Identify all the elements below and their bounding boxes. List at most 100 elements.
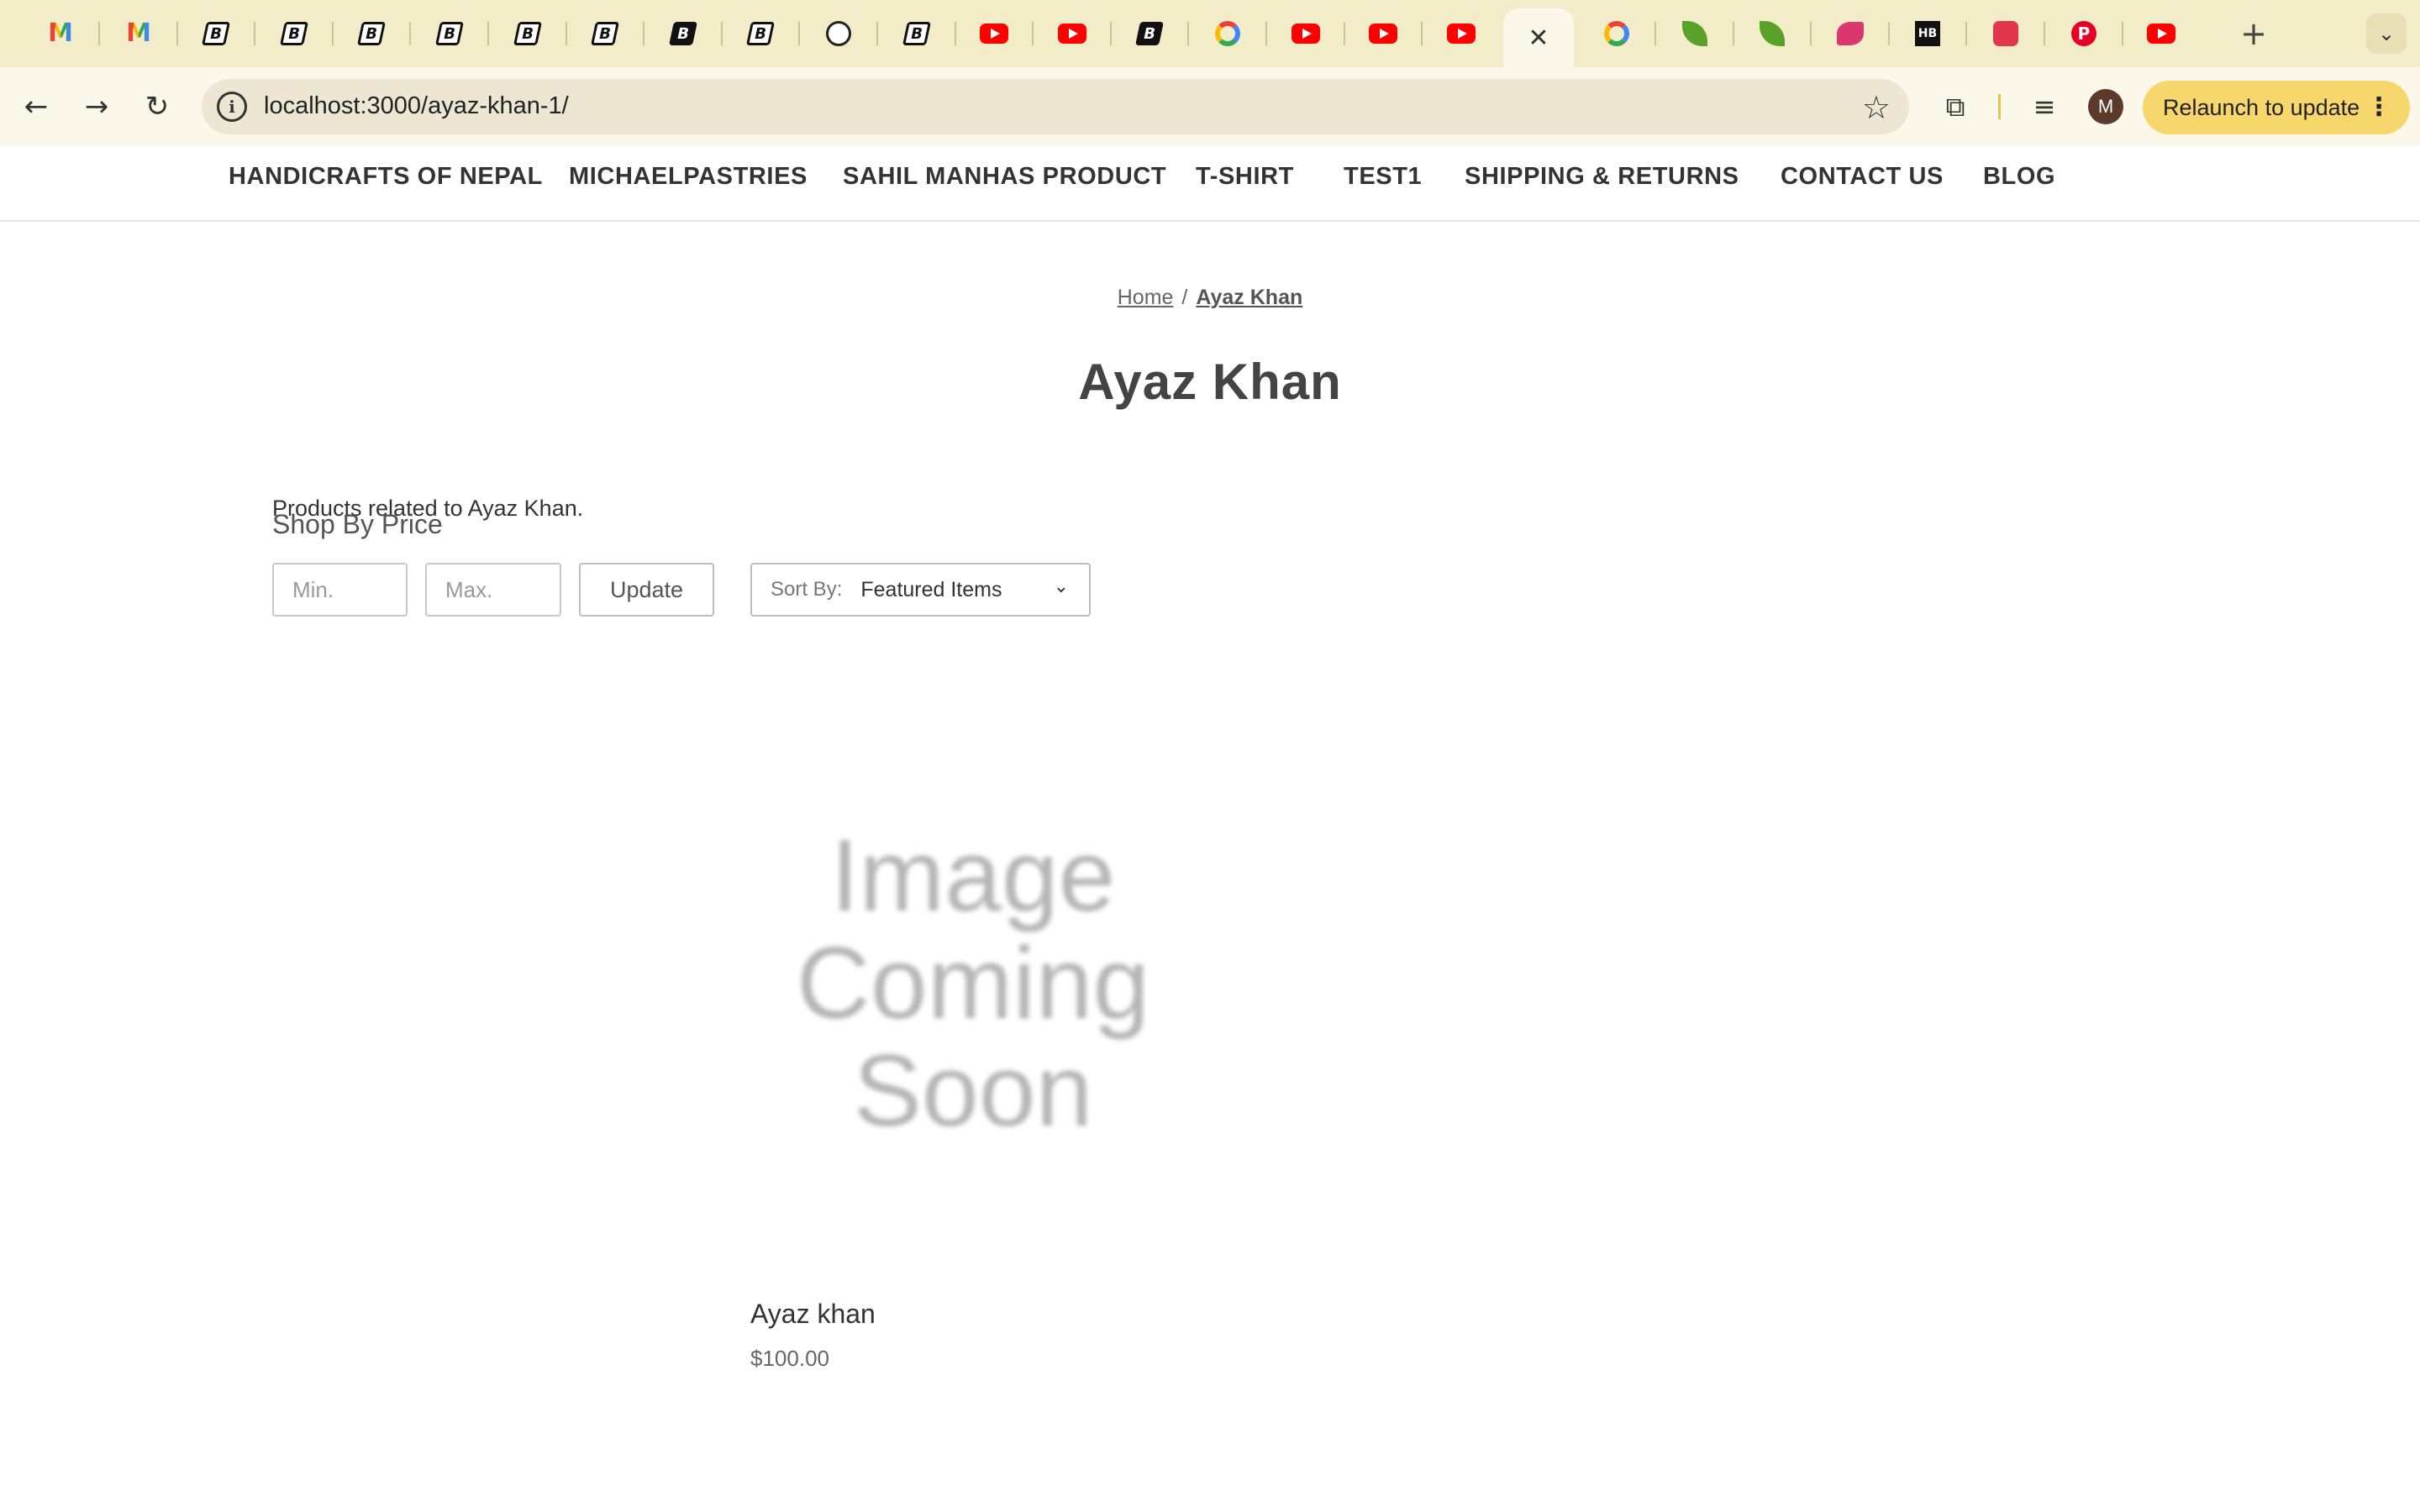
google-icon bbox=[1215, 21, 1240, 46]
tab-search-button[interactable]: ⌄ bbox=[2366, 13, 2407, 54]
forward-button[interactable]: → bbox=[76, 86, 118, 128]
youtube-icon bbox=[1292, 24, 1320, 44]
youtube-icon bbox=[1369, 24, 1397, 44]
bigcommerce-icon: B bbox=[902, 22, 931, 45]
profile-avatar[interactable]: M bbox=[2088, 89, 2123, 124]
kebab-menu-icon[interactable]: ⋮ bbox=[2366, 92, 2391, 122]
extensions-icon[interactable]: ⧉ bbox=[1934, 86, 1976, 128]
browser-tab[interactable]: B bbox=[255, 0, 333, 67]
product-image-placeholder[interactable]: Image Coming Soon bbox=[750, 806, 1196, 1159]
max-price-input[interactable]: Max. bbox=[425, 563, 561, 617]
reload-button[interactable]: ↻ bbox=[136, 86, 178, 128]
bigcommerce-dark-icon: B bbox=[1135, 22, 1164, 45]
close-icon[interactable]: ✕ bbox=[1528, 24, 1549, 53]
hb-icon: HB bbox=[1915, 21, 1940, 46]
browser-tab-strip: + ⌄ M M B B B B B B B B B B ✕ HB P bbox=[0, 0, 2420, 67]
browser-tab[interactable] bbox=[1267, 0, 1344, 67]
gmail-icon: M bbox=[48, 18, 73, 48]
shop-by-price-heading: Shop By Price bbox=[272, 509, 443, 539]
url-text[interactable]: localhost:3000/ayaz-khan-1/ bbox=[264, 92, 569, 120]
breadcrumb: Home / Ayaz Khan bbox=[0, 286, 2420, 310]
browser-tab[interactable] bbox=[1189, 0, 1266, 67]
bigcommerce-icon: B bbox=[357, 22, 386, 45]
bigcommerce-icon: B bbox=[513, 22, 542, 45]
reload-icon: ↻ bbox=[145, 90, 170, 123]
browser-tab[interactable]: HB bbox=[1889, 0, 1966, 67]
nav-item-handicrafts-of-nepal[interactable]: HANDICRAFTS OF NEPAL bbox=[229, 163, 543, 191]
back-button[interactable]: ← bbox=[15, 86, 57, 128]
youtube-icon bbox=[1447, 24, 1476, 44]
browser-tab[interactable] bbox=[1578, 0, 1655, 67]
browser-tab[interactable]: B bbox=[644, 0, 722, 67]
browser-tab[interactable] bbox=[1656, 0, 1733, 67]
nav-item-michaelpastries[interactable]: MICHAELPASTRIES bbox=[569, 163, 808, 191]
bigcommerce-icon: B bbox=[435, 22, 464, 45]
breadcrumb-home-link[interactable]: Home bbox=[1118, 286, 1174, 309]
nav-item-t-shirt[interactable]: T-SHIRT bbox=[1196, 163, 1294, 191]
browser-tab[interactable] bbox=[1034, 0, 1111, 67]
breadcrumb-current-link[interactable]: Ayaz Khan bbox=[1196, 286, 1302, 309]
browser-tab[interactable]: B bbox=[411, 0, 488, 67]
nav-item-shipping-returns[interactable]: SHIPPING & RETURNS bbox=[1465, 163, 1739, 191]
min-price-input[interactable]: Min. bbox=[272, 563, 408, 617]
browser-tab[interactable]: B bbox=[177, 0, 255, 67]
google-icon bbox=[1604, 21, 1629, 46]
nav-item-test1[interactable]: TEST1 bbox=[1344, 163, 1422, 191]
leaf-icon bbox=[1760, 21, 1785, 46]
browser-tab[interactable] bbox=[1423, 0, 1500, 67]
browser-tab[interactable] bbox=[1812, 0, 1889, 67]
site-info-icon[interactable]: i bbox=[217, 92, 247, 122]
bigcommerce-icon: B bbox=[280, 22, 308, 45]
browser-tab[interactable]: M bbox=[22, 0, 99, 67]
arrow-right-icon: → bbox=[84, 90, 109, 123]
media-controls-icon[interactable]: ≡ bbox=[2023, 86, 2065, 128]
store-navigation: HANDICRAFTS OF NEPAL MICHAELPASTRIES SAH… bbox=[0, 146, 2420, 222]
sort-by-select[interactable]: Sort By: Featured Items ⌄ bbox=[750, 563, 1091, 617]
browser-tab[interactable]: B bbox=[878, 0, 955, 67]
browser-tab[interactable]: B bbox=[1111, 0, 1188, 67]
product-title-link[interactable]: Ayaz khan bbox=[750, 1299, 876, 1330]
placeholder-line-1: Image bbox=[830, 818, 1116, 932]
browser-tab[interactable]: B bbox=[333, 0, 410, 67]
browser-tab[interactable] bbox=[800, 0, 877, 67]
youtube-icon bbox=[1058, 24, 1086, 44]
breadcrumb-separator: / bbox=[1181, 286, 1188, 309]
placeholder-line-3: Soon bbox=[853, 1033, 1093, 1147]
browser-tab[interactable]: P bbox=[2045, 0, 2123, 67]
browser-tab[interactable] bbox=[1967, 0, 2044, 67]
nav-item-contact-us[interactable]: CONTACT US bbox=[1781, 163, 1944, 191]
relaunch-to-update-button[interactable]: Relaunch to update ⋮ bbox=[2143, 81, 2410, 134]
chevron-down-icon: ⌄ bbox=[2377, 22, 2396, 45]
bigcommerce-icon: B bbox=[202, 22, 230, 45]
red-app-icon bbox=[1993, 21, 2018, 46]
update-price-button[interactable]: Update bbox=[579, 563, 714, 617]
image-coming-soon-text: Image Coming Soon bbox=[797, 822, 1150, 1144]
openai-icon bbox=[826, 21, 851, 46]
new-tab-button[interactable]: + bbox=[2232, 12, 2275, 55]
pinterest-icon: P bbox=[2071, 21, 2096, 46]
bookmark-star-icon[interactable]: ☆ bbox=[1862, 89, 1891, 126]
youtube-icon bbox=[980, 24, 1008, 44]
product-price: $100.00 bbox=[750, 1346, 829, 1371]
browser-tab[interactable] bbox=[2123, 0, 2200, 67]
browser-tab[interactable]: B bbox=[566, 0, 644, 67]
browser-tab[interactable] bbox=[1733, 0, 1811, 67]
toolbar-divider bbox=[1998, 94, 2001, 119]
browser-tab[interactable]: B bbox=[489, 0, 566, 67]
relaunch-label: Relaunch to update bbox=[2163, 94, 2360, 120]
brand-pink-icon bbox=[1837, 22, 1864, 45]
nav-item-sahil-manhas-product[interactable]: SAHIL MANHAS PRODUCT bbox=[843, 163, 1166, 191]
browser-tab[interactable] bbox=[955, 0, 1033, 67]
browser-tab[interactable]: M bbox=[100, 0, 177, 67]
youtube-icon bbox=[2147, 24, 2175, 44]
sort-by-label: Sort By: bbox=[771, 578, 843, 601]
leaf-icon bbox=[1682, 21, 1707, 46]
browser-tab[interactable]: ✕ bbox=[1503, 8, 1574, 67]
nav-item-blog[interactable]: BLOG bbox=[1983, 163, 2055, 191]
gmail-icon: M bbox=[126, 18, 151, 48]
arrow-left-icon: ← bbox=[24, 90, 49, 123]
address-bar[interactable]: i localhost:3000/ayaz-khan-1/ ☆ bbox=[202, 79, 1909, 134]
chevron-down-icon: ⌄ bbox=[1053, 576, 1069, 597]
browser-tab[interactable] bbox=[1344, 0, 1422, 67]
browser-tab[interactable]: B bbox=[722, 0, 799, 67]
